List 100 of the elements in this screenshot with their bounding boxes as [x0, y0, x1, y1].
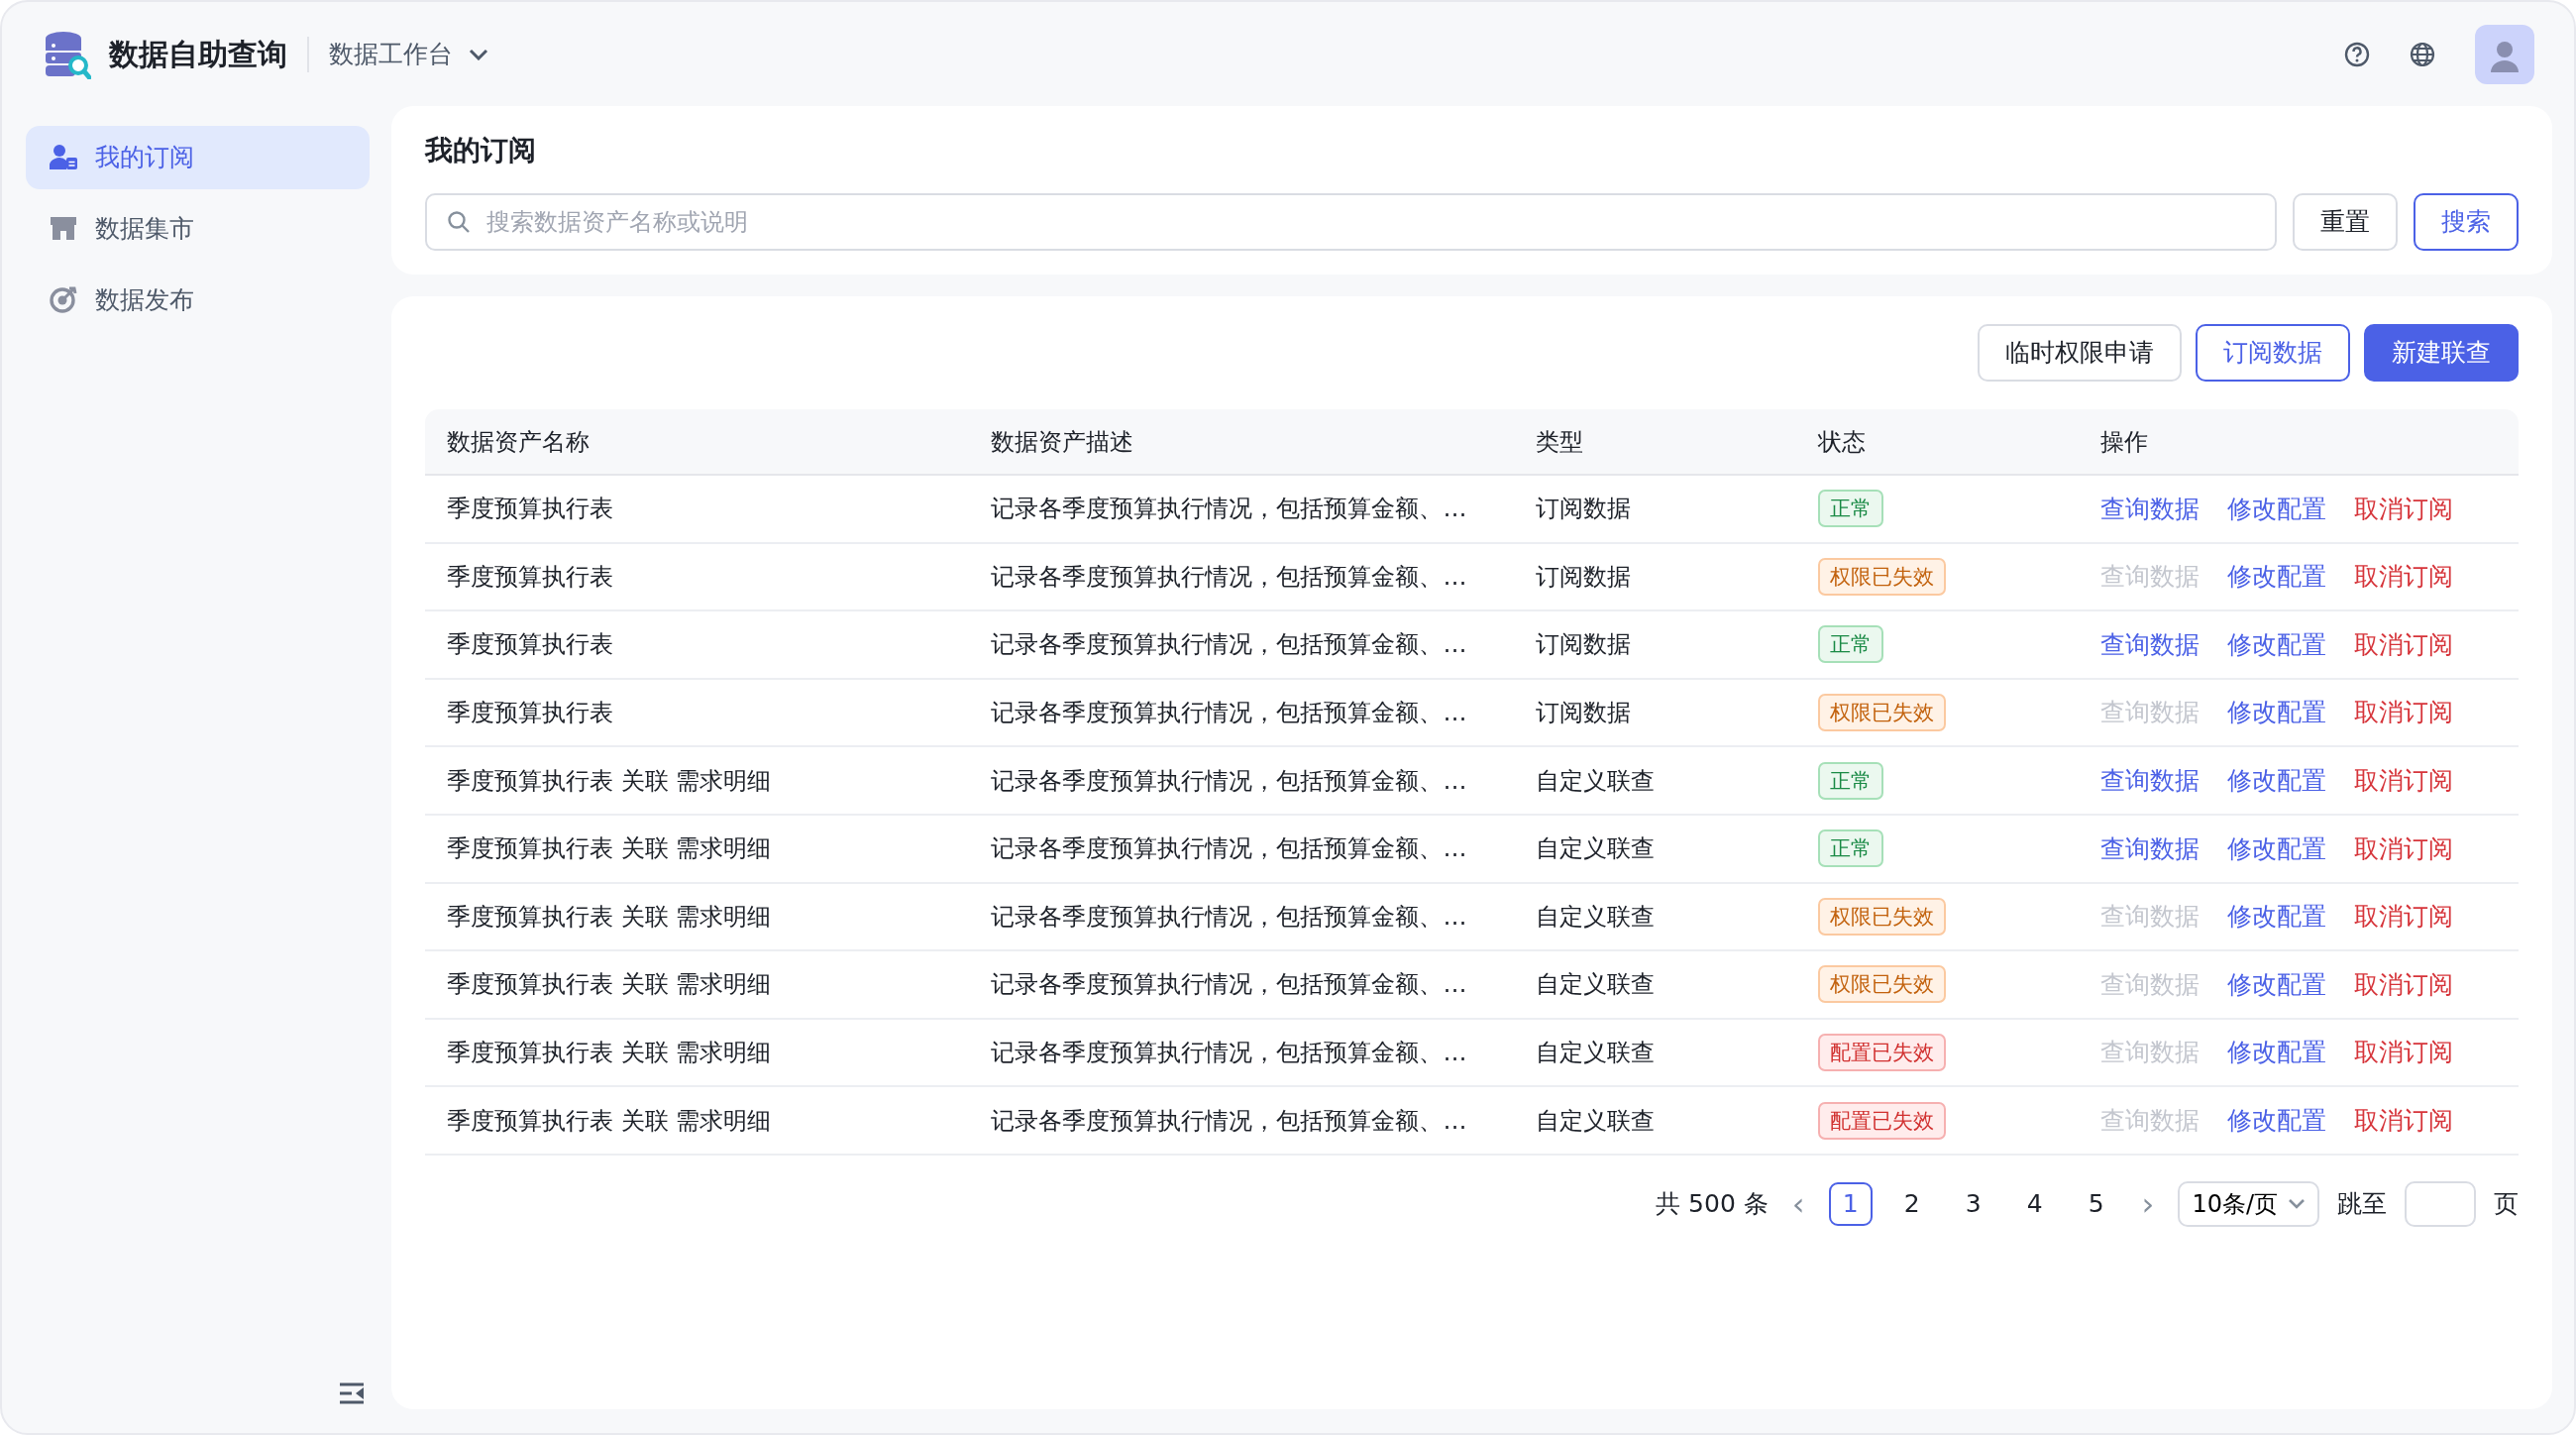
- table-cell: 自定义联查: [1535, 1039, 1655, 1067]
- table-cell: 记录各季度预算执行情况，包括预算金额、…: [991, 902, 1467, 931]
- workspace-dropdown[interactable]: 数据工作台: [329, 35, 488, 73]
- unsubscribe-link[interactable]: 取消订阅: [2354, 829, 2454, 867]
- panel-title: 我的订阅: [425, 133, 537, 168]
- collapse-menu-icon[interactable]: [338, 1381, 366, 1405]
- table-cell: 季度预算执行表 关联 需求明细: [447, 766, 772, 795]
- chevron-down-icon: [2288, 1198, 2306, 1210]
- status-tag: 正常: [1818, 490, 1883, 528]
- table-cell: 记录各季度预算执行情况，包括预算金额、…: [991, 970, 1467, 999]
- action-link[interactable]: 查询数据: [2100, 829, 2200, 867]
- table-cell: 季度预算执行表: [447, 495, 613, 523]
- globe-icon[interactable]: [2410, 41, 2435, 67]
- table-cell: 自定义联查: [1535, 1106, 1655, 1135]
- unsubscribe-link[interactable]: 取消订阅: [2354, 761, 2454, 800]
- table-cell: 记录各季度预算执行情况，包括预算金额、…: [991, 495, 1467, 523]
- action-link[interactable]: 修改配置: [2227, 829, 2327, 867]
- action-link[interactable]: 查询数据: [2100, 490, 2200, 528]
- toolbar-button[interactable]: 订阅数据: [2196, 324, 2350, 382]
- column-header: 状态: [1818, 427, 1866, 456]
- table-cell: 记录各季度预算执行情况，包括预算金额、…: [991, 1106, 1467, 1135]
- status-tag: 正常: [1818, 829, 1883, 868]
- user-avatar[interactable]: [2475, 24, 2534, 84]
- page-number-field[interactable]: [2405, 1180, 2476, 1227]
- status-tag: 配置已失效: [1818, 1101, 1946, 1140]
- column-header: 数据资产描述: [991, 427, 1134, 456]
- previous-page-button[interactable]: ‹: [1785, 1187, 1811, 1220]
- table-cell: 记录各季度预算执行情况，包括预算金额、…: [991, 1039, 1467, 1067]
- unsubscribe-link[interactable]: 取消订阅: [2354, 898, 2454, 936]
- search-button[interactable]: 搜索: [2414, 193, 2519, 251]
- table-cell: 季度预算执行表 关联 需求明细: [447, 902, 772, 931]
- table-cell: 季度预算执行表 关联 需求明细: [447, 970, 772, 999]
- table-cell: 订阅数据: [1535, 562, 1631, 591]
- toolbar-button[interactable]: 新建联查: [2364, 324, 2519, 382]
- action-link[interactable]: 查询数据: [2100, 761, 2200, 800]
- table-cell: 季度预算执行表 关联 需求明细: [447, 834, 772, 863]
- unsubscribe-link[interactable]: 取消订阅: [2354, 490, 2454, 528]
- table-cell: 订阅数据: [1535, 495, 1631, 523]
- unsubscribe-link[interactable]: 取消订阅: [2354, 965, 2454, 1004]
- action-link[interactable]: 修改配置: [2227, 625, 2327, 664]
- unsubscribe-link[interactable]: 取消订阅: [2354, 1034, 2454, 1071]
- page-button[interactable]: 1: [1828, 1181, 1873, 1226]
- column-header: 操作: [2100, 427, 2149, 456]
- help-icon[interactable]: [2344, 41, 2370, 67]
- table-cell: 订阅数据: [1535, 630, 1631, 659]
- toolbar-button[interactable]: 临时权限申请: [1978, 324, 2182, 382]
- status-tag: 配置已失效: [1818, 1034, 1946, 1072]
- table-cell: 自定义联查: [1535, 834, 1655, 863]
- table-cell: 记录各季度预算执行情况，包括预算金额、…: [991, 699, 1467, 727]
- database-search-logo: [44, 29, 91, 79]
- page-suffix: 页: [2494, 1188, 2519, 1221]
- table-cell: 记录各季度预算执行情况，包括预算金额、…: [991, 766, 1467, 795]
- search-field[interactable]: 搜索数据资产名称或说明: [425, 193, 2277, 251]
- status-tag: 权限已失效: [1818, 694, 1946, 732]
- chevron-down-icon: [469, 48, 488, 60]
- status-tag: 正常: [1818, 625, 1883, 664]
- unsubscribe-link[interactable]: 取消订阅: [2354, 694, 2454, 731]
- table-cell: 记录各季度预算执行情况，包括预算金额、…: [991, 562, 1467, 591]
- sidebar-item[interactable]: 我的订阅: [26, 126, 370, 189]
- unsubscribe-link[interactable]: 取消订阅: [2354, 625, 2454, 664]
- table-cell: 记录各季度预算执行情况，包括预算金额、…: [991, 630, 1467, 659]
- table-cell: 季度预算执行表 关联 需求明细: [447, 1106, 772, 1135]
- unsubscribe-link[interactable]: 取消订阅: [2354, 1101, 2454, 1140]
- next-page-button[interactable]: ›: [2135, 1187, 2161, 1220]
- sidebar-item[interactable]: 数据发布: [26, 269, 370, 332]
- table-cell: 季度预算执行表: [447, 630, 613, 659]
- reset-button[interactable]: 重置: [2293, 193, 2398, 251]
- subscribe-icon: [50, 144, 77, 171]
- action-link[interactable]: 查询数据: [2100, 625, 2200, 664]
- page-button[interactable]: 5: [2074, 1181, 2118, 1226]
- table-cell: 自定义联查: [1535, 902, 1655, 931]
- table-cell: 记录各季度预算执行情况，包括预算金额、…: [991, 834, 1467, 863]
- status-tag: 权限已失效: [1818, 897, 1946, 936]
- action-link[interactable]: 修改配置: [2227, 490, 2327, 528]
- unsubscribe-link[interactable]: 取消订阅: [2354, 558, 2454, 596]
- table-cell: 季度预算执行表 关联 需求明细: [447, 1039, 772, 1067]
- table-cell: 订阅数据: [1535, 699, 1631, 727]
- page-size-select[interactable]: 10条/页: [2178, 1180, 2319, 1227]
- action-link[interactable]: 修改配置: [2227, 1034, 2327, 1071]
- table-cell: 季度预算执行表: [447, 562, 613, 591]
- sidebar-item[interactable]: 数据集市: [26, 197, 370, 261]
- status-tag: 权限已失效: [1818, 965, 1946, 1004]
- table-cell: 季度预算执行表: [447, 699, 613, 727]
- column-header: 类型: [1535, 427, 1583, 456]
- market-icon: [50, 215, 77, 243]
- total-count: 共 500 条: [1656, 1188, 1769, 1221]
- status-tag: 权限已失效: [1818, 557, 1946, 596]
- action-link[interactable]: 修改配置: [2227, 558, 2327, 596]
- action-link[interactable]: 修改配置: [2227, 1101, 2327, 1140]
- table-cell: 自定义联查: [1535, 970, 1655, 999]
- page-button[interactable]: 3: [1951, 1181, 1995, 1226]
- publish-icon: [50, 286, 77, 314]
- page-button[interactable]: 4: [2012, 1181, 2057, 1226]
- app-title: 数据自助查询: [109, 36, 287, 73]
- action-link[interactable]: 修改配置: [2227, 965, 2327, 1004]
- action-link[interactable]: 修改配置: [2227, 694, 2327, 731]
- page-button[interactable]: 2: [1889, 1181, 1934, 1226]
- action-link[interactable]: 修改配置: [2227, 898, 2327, 936]
- jump-label: 跳至: [2337, 1188, 2387, 1221]
- action-link[interactable]: 修改配置: [2227, 761, 2327, 800]
